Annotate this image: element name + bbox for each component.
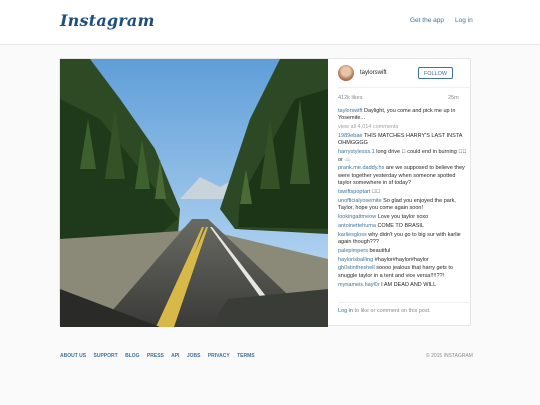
comment-item: mynameis.hayl0r I AM DEAD AND WILL	[338, 282, 470, 289]
divider	[338, 302, 470, 303]
comment-item: 1989ebae THIS MATCHES HARRY'S LAST INSTA…	[338, 133, 470, 148]
comment-user[interactable]: palepimpers	[338, 248, 368, 254]
footer-link-terms[interactable]: TERMS	[237, 353, 255, 359]
caption: taylorswift Daylight, you come and pick …	[338, 108, 470, 123]
comment-text: COME TO BRASIL	[377, 222, 425, 229]
comment-item: lookingattmeow Love you taylor xoxo	[338, 214, 470, 221]
follow-button[interactable]: FOLLOW	[418, 67, 453, 79]
top-nav: Instagram Get the app Log in	[0, 0, 540, 45]
comment-item: antoinettehuma COME TO BRASIL	[338, 223, 470, 230]
footer-link-jobs[interactable]: JOBS	[187, 353, 201, 359]
comments-list: taylorswift Daylight, you come and pick …	[338, 108, 470, 290]
divider	[338, 87, 470, 88]
footer-link-press[interactable]: PRESS	[147, 353, 164, 359]
footer-link-api[interactable]: API	[171, 353, 179, 359]
comment-item: palepimpers beautiful	[338, 248, 470, 255]
post-card: taylorswift FOLLOW 412k likes 25m taylor…	[59, 58, 471, 327]
comment-user[interactable]: antoinettehuma	[338, 223, 376, 229]
comment-user[interactable]: mynameis.hayl0r	[338, 282, 380, 288]
comment-user[interactable]: gh0stintheshell	[338, 265, 375, 271]
comment-user[interactable]: lookingattmeow	[338, 214, 376, 220]
get-the-app-link[interactable]: Get the app	[410, 17, 444, 24]
post-username[interactable]: taylorswift	[360, 70, 387, 76]
comment-user[interactable]: karliesgloss	[338, 232, 367, 238]
post-photo[interactable]	[60, 59, 328, 327]
comment-user[interactable]: prank.me.daddy.hs	[338, 165, 384, 171]
comment-text: beautiful	[369, 247, 391, 254]
copyright: © 2015 INSTAGRAM	[426, 353, 473, 359]
post-age: 25m	[448, 95, 459, 101]
login-prompt: Log in to like or comment on this post.	[338, 308, 431, 314]
caption-user[interactable]: taylorswift	[338, 108, 362, 114]
comment-user[interactable]: tswiftspoptart	[338, 189, 370, 195]
footer-link-support[interactable]: SUPPORT	[94, 353, 118, 359]
comment-text: Love you taylor xoxo	[377, 214, 429, 221]
comment-item: prank.me.daddy.hs are we supposed to bel…	[338, 165, 470, 187]
instagram-logo[interactable]: Instagram	[60, 11, 155, 30]
comment-item: tswiftspoptart ⃞⃞	[338, 189, 470, 196]
view-all-comments-link[interactable]: view all 4,014 comments	[338, 124, 470, 131]
login-link[interactable]: Log in	[338, 308, 353, 314]
likes-count[interactable]: 412k likes	[338, 95, 362, 101]
comment-item: unofficialyosemite So glad you enjoyed t…	[338, 198, 470, 213]
footer-link-privacy[interactable]: PRIVACY	[208, 353, 230, 359]
comment-item: harrystylesss.1 long drive ⃞ could end i…	[338, 149, 470, 164]
post-sidebar: taylorswift FOLLOW 412k likes 25m taylor…	[338, 59, 470, 327]
comment-user[interactable]: haylorisbalIing	[338, 257, 373, 263]
footer-link-about-us[interactable]: ABOUT US	[60, 353, 86, 359]
comment-item: karliesgloss why didn't you go to big su…	[338, 232, 470, 247]
avatar[interactable]	[338, 65, 354, 81]
login-prompt-text: to like or comment on this post.	[354, 308, 431, 314]
comment-user[interactable]: 1989ebae	[338, 133, 362, 139]
comment-text: I AM DEAD AND WILL	[381, 281, 437, 288]
comment-item: haylorisbalIing #haylor#haylor#haylor	[338, 257, 470, 264]
comment-item: gh0stintheshell soooo jealous that harry…	[338, 265, 470, 280]
footer-links: ABOUT US SUPPORT BLOG PRESS API JOBS PRI…	[60, 353, 261, 359]
header-login-link[interactable]: Log in	[455, 17, 473, 24]
road-photo-image	[60, 59, 328, 327]
comment-text: #haylor#haylor#haylor	[374, 256, 429, 263]
comment-user[interactable]: unofficialyosemite	[338, 198, 382, 204]
comment-user[interactable]: harrystylesss.1	[338, 149, 375, 155]
footer-link-blog[interactable]: BLOG	[125, 353, 139, 359]
